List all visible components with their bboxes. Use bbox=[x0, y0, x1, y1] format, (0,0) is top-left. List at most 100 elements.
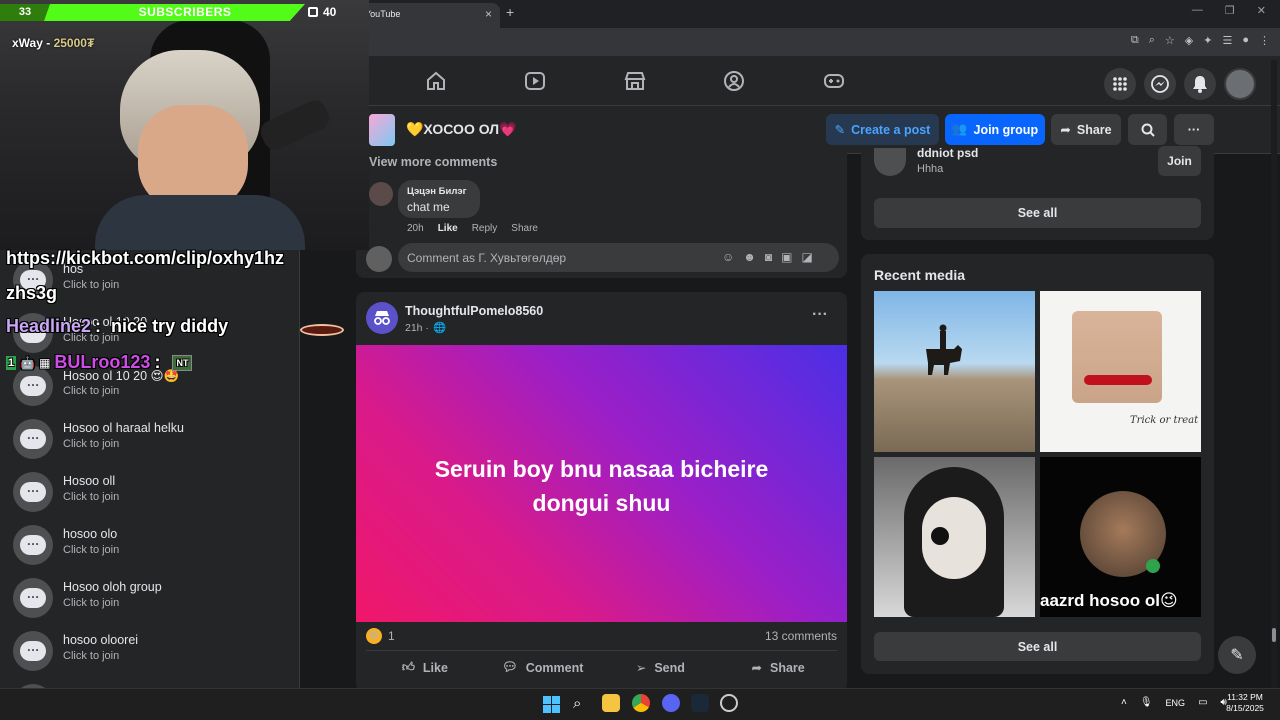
commenter-avatar[interactable] bbox=[369, 182, 393, 206]
reactions-summary[interactable]: 😆 1 bbox=[366, 628, 395, 644]
comment-text: chat me bbox=[407, 200, 450, 214]
media-thumbnail-sketch[interactable]: Trick or treat bbox=[1040, 291, 1201, 452]
search-group-button[interactable] bbox=[1128, 114, 1167, 145]
streamer-tag: xWay - 25000₮ bbox=[12, 36, 94, 50]
chat-username: Headline2 bbox=[6, 316, 92, 336]
emoji-icon[interactable]: ☻ bbox=[743, 250, 756, 264]
post-text-line: Seruin boy bnu nasaa bicheire bbox=[434, 456, 769, 482]
media-thumbnail-horse[interactable] bbox=[874, 291, 1035, 452]
media-thumbnail-cat[interactable]: aazrd hosoo ol😉 bbox=[1040, 457, 1201, 617]
gif-icon[interactable]: ▣ bbox=[781, 250, 792, 264]
chat-item[interactable]: Hosoo oll Click to join bbox=[0, 470, 299, 523]
chat-title: hosoo olo bbox=[63, 527, 118, 541]
chat-item[interactable]: hosoo oloorei Click to join bbox=[0, 629, 299, 682]
comment-input-placeholder: Comment as Г. Хувьтөгөлдөр bbox=[407, 251, 567, 265]
join-chat-button[interactable]: Join bbox=[1158, 146, 1201, 176]
chat-item[interactable]: Hosoo oloh group Click to join bbox=[0, 576, 299, 629]
people-icon: 👥 bbox=[951, 122, 968, 136]
share-button[interactable]: ➦ Share bbox=[719, 655, 837, 680]
new-tab-button[interactable]: + bbox=[506, 4, 514, 20]
haha-reaction-icon: 😆 bbox=[366, 628, 382, 644]
tab-search-icon[interactable]: ☰ bbox=[1222, 34, 1232, 47]
maximize-button[interactable]: ❐ bbox=[1225, 4, 1235, 24]
home-icon[interactable] bbox=[426, 71, 446, 91]
microphone-icon[interactable]: 🎙︎ bbox=[1140, 697, 1153, 708]
anonymous-avatar-icon[interactable] bbox=[366, 302, 398, 334]
grid-badge-icon: ▦ bbox=[39, 355, 51, 370]
join-group-button[interactable]: 👥 Join group bbox=[945, 114, 1045, 145]
install-app-icon[interactable]: ⧉ bbox=[1131, 34, 1139, 47]
groups-icon[interactable] bbox=[723, 70, 745, 92]
page-scrollbar-track[interactable] bbox=[1271, 60, 1277, 688]
subscriber-goal: 40 bbox=[323, 5, 337, 19]
menu-grid-icon[interactable] bbox=[1104, 68, 1136, 100]
language-indicator[interactable]: ENG bbox=[1166, 698, 1186, 708]
share-group-button[interactable]: ➦ Share bbox=[1051, 114, 1121, 145]
search-icon[interactable]: ⌕ bbox=[573, 695, 581, 712]
sketch-face bbox=[1072, 311, 1162, 403]
see-all-chats-button[interactable]: See all bbox=[874, 198, 1201, 228]
edit-icon: ✎ bbox=[834, 123, 846, 137]
chat-message: nice try diddy bbox=[111, 316, 229, 336]
goal-flag-icon bbox=[308, 7, 318, 17]
profile-avatar[interactable] bbox=[1224, 68, 1256, 100]
post-options-icon[interactable]: ··· bbox=[812, 306, 828, 324]
post-time[interactable]: 21h · bbox=[405, 322, 429, 334]
gaming-icon[interactable] bbox=[823, 71, 845, 91]
zoom-icon[interactable]: ⌕ bbox=[1149, 34, 1155, 47]
chat-item[interactable]: hosoo olo Click to join bbox=[0, 523, 299, 576]
avatar-sticker-icon[interactable]: ☺ bbox=[722, 250, 734, 264]
comment-share-link[interactable]: Share bbox=[511, 223, 538, 234]
marketplace-icon[interactable] bbox=[624, 71, 646, 91]
tray-chevron-icon[interactable]: ˄ bbox=[1121, 697, 1127, 708]
chat-sub: Click to join bbox=[63, 544, 120, 556]
comment-button[interactable]: 💬︎ Comment bbox=[484, 655, 602, 680]
chat-sub: Click to join bbox=[63, 597, 120, 609]
chat-clip-link: https://kickbot.com/clip/oxhy1hz bbox=[6, 248, 285, 268]
globe-icon: 🌐 bbox=[432, 322, 447, 334]
extension-icon[interactable]: ◈ bbox=[1185, 34, 1193, 47]
post-author[interactable]: ThoughtfulPomelo8560 bbox=[405, 304, 543, 318]
notifications-bell-icon[interactable] bbox=[1184, 68, 1216, 100]
bookmark-star-icon[interactable]: ☆ bbox=[1165, 34, 1175, 47]
new-message-compose-icon[interactable]: ✎ bbox=[1218, 636, 1256, 674]
group-name[interactable]: 💛ХОСОО ОЛ💗 bbox=[406, 121, 517, 138]
comment-reply-link[interactable]: Reply bbox=[472, 223, 498, 234]
comments-count[interactable]: 13 comments bbox=[740, 629, 837, 643]
media-caption: aazrd hosoo ol😉 bbox=[1040, 591, 1178, 610]
chat-colon: : bbox=[154, 352, 161, 372]
tab-close-icon[interactable]: × bbox=[485, 7, 492, 21]
windows-start-icon[interactable] bbox=[543, 696, 560, 713]
kebab-menu-icon[interactable]: ⋮ bbox=[1259, 34, 1270, 47]
chat-bubble-icon bbox=[13, 419, 53, 459]
network-icon[interactable]: ▭ bbox=[1198, 697, 1207, 708]
comment-author[interactable]: Цэцэн Билэг bbox=[407, 186, 467, 197]
create-post-button[interactable]: ✎ Create a post bbox=[826, 114, 939, 145]
page-scrollbar-thumb[interactable] bbox=[1272, 628, 1276, 642]
video-icon[interactable] bbox=[524, 71, 546, 91]
app-icon[interactable] bbox=[720, 694, 738, 712]
group-more-button[interactable]: ··· bbox=[1174, 114, 1214, 145]
view-more-comments-link[interactable]: View more comments bbox=[369, 155, 497, 169]
comment-like-link[interactable]: Like bbox=[438, 223, 458, 234]
chat-title: Hosoo oloh group bbox=[63, 580, 162, 594]
discord-icon[interactable] bbox=[662, 694, 680, 712]
puzzle-icon[interactable]: ✦ bbox=[1203, 34, 1212, 47]
close-window-button[interactable]: ✕ bbox=[1257, 4, 1266, 24]
profile-avatar-icon[interactable]: ● bbox=[1242, 34, 1249, 47]
my-avatar bbox=[366, 246, 392, 272]
see-all-media-button[interactable]: See all bbox=[874, 632, 1201, 661]
messenger-icon[interactable] bbox=[1144, 68, 1176, 100]
file-explorer-icon[interactable] bbox=[602, 694, 620, 712]
minimize-button[interactable]: — bbox=[1192, 4, 1203, 24]
media-thumbnail-portrait[interactable] bbox=[874, 457, 1035, 617]
suggested-chat-name[interactable]: ddniot psd bbox=[917, 146, 978, 160]
clock[interactable]: 11:32 PM 8/15/2025 bbox=[1222, 692, 1268, 714]
send-button[interactable]: ➢ Send bbox=[602, 655, 720, 680]
like-button[interactable]: 👍︎ Like bbox=[366, 655, 484, 680]
chrome-icon[interactable] bbox=[632, 694, 650, 712]
camera-icon[interactable]: ◙ bbox=[765, 250, 772, 264]
steam-icon[interactable] bbox=[691, 694, 709, 712]
sticker-icon[interactable]: ◪ bbox=[802, 250, 813, 264]
chat-item[interactable]: Hosoo ol haraal helku Click to join bbox=[0, 417, 299, 470]
